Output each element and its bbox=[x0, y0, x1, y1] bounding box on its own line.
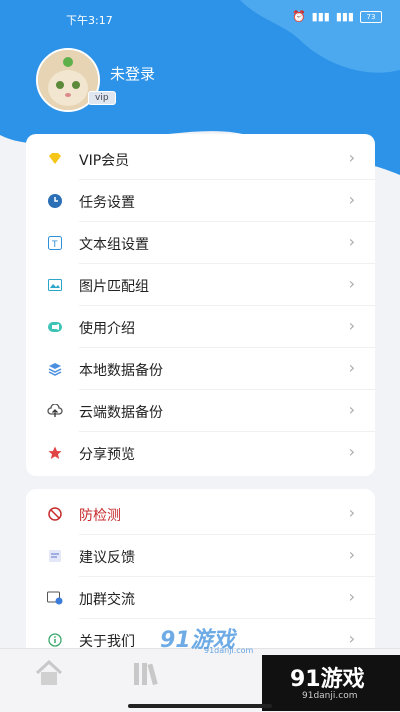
chevron-right-icon: › bbox=[348, 587, 355, 606]
chevron-right-icon: › bbox=[348, 148, 355, 167]
vip-badge: vip bbox=[88, 91, 116, 105]
star-icon bbox=[47, 445, 63, 461]
chevron-right-icon: › bbox=[348, 358, 355, 377]
menu-item-vip[interactable]: VIP会员 › bbox=[26, 138, 375, 180]
block-icon bbox=[47, 506, 63, 522]
watermark-logo-dark: 91游戏 91danji.com bbox=[262, 655, 400, 711]
menu-item-feedback[interactable]: 建议反馈 › bbox=[26, 535, 375, 577]
watermark-url: 91danji.com bbox=[302, 691, 358, 701]
clock-icon bbox=[47, 193, 63, 209]
chevron-right-icon: › bbox=[348, 442, 355, 461]
chevron-right-icon: › bbox=[348, 400, 355, 419]
library-icon[interactable] bbox=[132, 659, 166, 691]
signal-icon-2: ▮▮▮ bbox=[335, 10, 354, 23]
menu-item-anti-detection[interactable]: 防检测 › bbox=[26, 493, 375, 535]
menu-item-local-backup[interactable]: 本地数据备份 › bbox=[26, 348, 375, 390]
layers-icon bbox=[47, 361, 63, 377]
menu-item-text-group[interactable]: T 文本组设置 › bbox=[26, 222, 375, 264]
text-box-icon: T bbox=[47, 235, 63, 251]
battery-icon: 73 bbox=[360, 10, 382, 23]
feedback-icon bbox=[47, 548, 63, 564]
chevron-right-icon: › bbox=[348, 190, 355, 209]
chevron-right-icon: › bbox=[348, 545, 355, 564]
signal-icon: ▮▮▮ bbox=[311, 10, 330, 23]
menu-item-share-preview[interactable]: 分享预览 › bbox=[26, 432, 375, 474]
chevron-right-icon: › bbox=[348, 503, 355, 522]
menu-item-cloud-backup[interactable]: 云端数据备份 › bbox=[26, 390, 375, 432]
chevron-right-icon: › bbox=[348, 629, 355, 648]
username[interactable]: 未登录 bbox=[110, 63, 155, 84]
chevron-right-icon: › bbox=[348, 232, 355, 251]
home-indicator bbox=[128, 704, 272, 708]
status-bar: 下午3:17 ⏰ ▮▮▮ ▮▮▮ 73 bbox=[0, 0, 400, 34]
alarm-icon: ⏰ bbox=[291, 10, 306, 23]
menu-item-task-settings[interactable]: 任务设置 › bbox=[26, 180, 375, 222]
menu-card-main: VIP会员 › 任务设置 › T 文本组设置 › 图片匹配组 › 使用介绍 › … bbox=[26, 134, 375, 476]
home-icon[interactable] bbox=[34, 659, 64, 691]
svg-text:T: T bbox=[51, 240, 58, 250]
menu-item-image-match[interactable]: 图片匹配组 › bbox=[26, 264, 375, 306]
chevron-right-icon: › bbox=[348, 316, 355, 335]
watermark-url-light: 91danji.com bbox=[204, 646, 254, 655]
watermark-title: 91游戏 bbox=[290, 667, 365, 692]
chevron-right-icon: › bbox=[348, 274, 355, 293]
menu-item-join-group[interactable]: 加群交流 › bbox=[26, 577, 375, 619]
status-time: 下午3:17 bbox=[66, 14, 113, 27]
cloud-upload-icon bbox=[47, 403, 63, 419]
group-icon bbox=[47, 590, 63, 606]
info-icon bbox=[47, 632, 63, 648]
heart-diamond-icon bbox=[47, 151, 63, 167]
video-icon bbox=[47, 319, 63, 335]
image-icon bbox=[47, 277, 63, 293]
menu-item-usage-intro[interactable]: 使用介绍 › bbox=[26, 306, 375, 348]
